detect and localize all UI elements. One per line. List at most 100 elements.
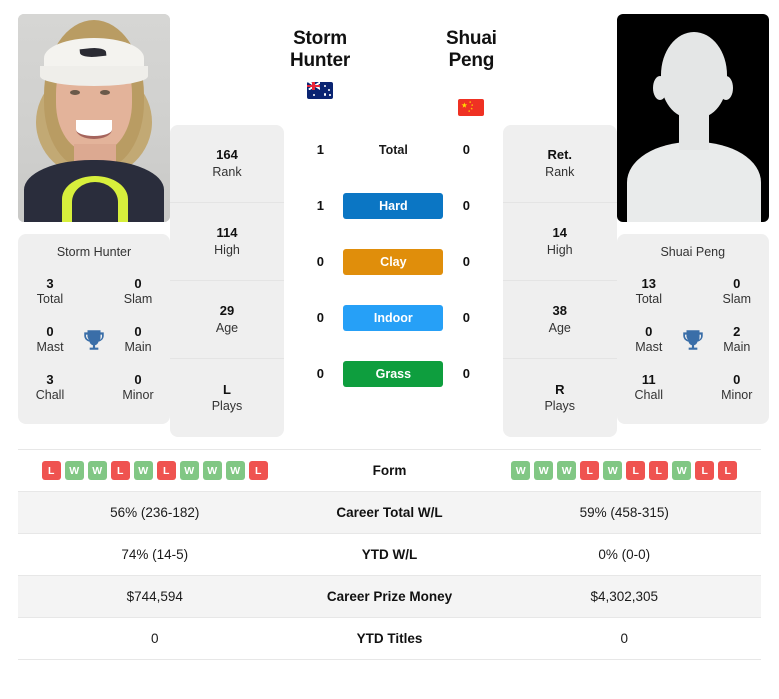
left-stat-high: 114 High	[170, 203, 284, 281]
form-badge[interactable]: W	[603, 461, 623, 480]
right-stat-plays: R Plays	[503, 359, 617, 437]
table-row-career-total-wl: 56% (236-182) Career Total W/L 59% (458-…	[18, 492, 761, 534]
form-badge[interactable]: L	[110, 461, 130, 480]
left-player-photo[interactable]	[18, 14, 170, 222]
player-comparison-page: Storm Hunter 3 Total 0 Slam 0 Mast 0 Mai…	[0, 0, 779, 699]
form-badge[interactable]: W	[225, 461, 245, 480]
stat-main-value: 2	[733, 323, 741, 339]
form-badge[interactable]: W	[179, 461, 199, 480]
surface-row-clay: 0 Clay 0	[290, 234, 497, 290]
form-badge[interactable]: L	[580, 461, 600, 480]
surface-row-hard: 1 Hard 0	[290, 178, 497, 234]
left-titles-grid: 3 Total 0 Slam 0 Mast 0 Main 3 Chall 0 M…	[18, 268, 170, 424]
mouth-smile	[76, 120, 112, 139]
left-age-label: Age	[215, 320, 239, 335]
right-form-strip: W W W L W L L W L L	[511, 461, 738, 480]
surface-label-grass[interactable]: Grass	[343, 360, 444, 387]
surface-row-total: 1 Total 0	[290, 122, 497, 178]
surface-row-grass: 0 Grass 0	[290, 346, 497, 402]
left-grass-wins: 0	[316, 366, 324, 382]
right-indoor-wins: 0	[462, 310, 470, 326]
flag-small-star-2	[470, 103, 474, 107]
left-ytd-titles: 0	[150, 631, 159, 646]
stat-minor-value: 0	[134, 371, 142, 387]
stat-total-label: Total	[36, 292, 64, 307]
silhouette-body	[626, 142, 761, 222]
right-rank-value: Ret.	[547, 147, 573, 163]
right-total-wins: 0	[462, 142, 470, 158]
surface-label-hard[interactable]: Hard	[343, 192, 444, 219]
titles-row-mast-main: 0 Mast 2 Main	[617, 316, 769, 364]
right-card-player-name: Shuai Peng	[660, 245, 726, 259]
left-form-cell: L W W L W L W W W L	[18, 453, 292, 488]
right-hard-wins: 0	[462, 198, 470, 214]
stat-minor: 0 Minor	[715, 372, 759, 404]
eye-left	[70, 90, 80, 95]
right-age-value: 38	[552, 303, 567, 319]
cn-flag-icon	[458, 98, 485, 116]
flag-star-2	[328, 88, 331, 91]
comparison-hero: Storm Hunter 3 Total 0 Slam 0 Mast 0 Mai…	[0, 0, 779, 437]
stat-chall-value: 11	[641, 371, 656, 387]
titles-row-total-slam: 3 Total 0 Slam	[18, 268, 170, 316]
stat-mast-label: Mast	[635, 340, 663, 355]
left-high-value: 114	[216, 225, 238, 241]
form-badge[interactable]: L	[41, 461, 61, 480]
left-card-player-name: Storm Hunter	[56, 245, 132, 259]
table-row-ytd-titles: 0 YTD Titles 0	[18, 618, 761, 660]
left-high-label: High	[214, 242, 240, 257]
form-badge[interactable]: L	[156, 461, 176, 480]
form-badge[interactable]: W	[87, 461, 107, 480]
right-player-photo[interactable]	[616, 14, 769, 222]
stat-slam: 0 Slam	[116, 276, 160, 308]
form-badge[interactable]: L	[248, 461, 268, 480]
form-badge[interactable]: L	[718, 461, 738, 480]
table-row-form: L W W L W L W W W L Form W W W L W L L W…	[18, 450, 761, 492]
flag-star-4	[329, 94, 331, 97]
surface-row-indoor: 0 Indoor 0	[290, 290, 497, 346]
form-badge[interactable]: W	[672, 461, 692, 480]
left-career-total-wl: 56% (236-182)	[110, 505, 200, 520]
flag-big-star	[461, 102, 468, 108]
left-player-name-line1: Storm	[293, 28, 347, 49]
left-player-heading: Storm Hunter	[290, 14, 350, 99]
right-player-name-line1: Shuai Peng	[446, 28, 497, 72]
stat-slam: 0 Slam	[715, 276, 759, 308]
flag-star-3	[324, 93, 327, 96]
right-age-label: Age	[548, 320, 571, 335]
left-plays-value: L	[223, 381, 231, 397]
form-badge[interactable]: W	[202, 461, 222, 480]
right-grass-wins: 0	[462, 366, 470, 382]
right-player-column: Shuai Peng 13 Total 0 Slam 0 Mast 2 Main…	[616, 14, 769, 424]
stat-chall: 3 Chall	[28, 372, 72, 404]
left-stats-column: 164 Rank 114 High 29 Age L Plays	[170, 125, 284, 437]
visor-brim	[40, 66, 148, 86]
left-ytd-wl: 74% (14-5)	[121, 547, 189, 562]
union-jack-cross	[307, 81, 321, 91]
form-badge[interactable]: W	[534, 461, 554, 480]
form-badge[interactable]: W	[133, 461, 153, 480]
form-badge[interactable]: L	[695, 461, 715, 480]
surface-label-indoor[interactable]: Indoor	[343, 304, 444, 331]
left-age-value: 29	[219, 303, 235, 319]
trophy-icon	[671, 327, 715, 353]
flag-small-star-3	[470, 107, 473, 110]
stat-slam-label: Slam	[722, 292, 751, 307]
row-label-ytd-titles: YTD Titles	[356, 631, 423, 646]
stat-slam-value: 0	[134, 276, 142, 291]
form-badge[interactable]: L	[626, 461, 646, 480]
stat-mast: 0 Mast	[627, 324, 671, 356]
left-stat-age: 29 Age	[170, 281, 284, 359]
left-indoor-wins: 0	[316, 310, 324, 326]
stat-minor-label: Minor	[721, 388, 753, 402]
form-badge[interactable]: L	[649, 461, 669, 480]
form-badge[interactable]: W	[511, 461, 531, 480]
left-player-name-line2: Hunter	[290, 50, 351, 72]
left-plays-label: Plays	[211, 399, 243, 414]
left-career-prize-money: $744,594	[126, 589, 183, 604]
stat-mast-label: Mast	[36, 340, 64, 355]
surface-label-clay[interactable]: Clay	[343, 248, 444, 275]
form-badge[interactable]: W	[557, 461, 577, 480]
stat-mast-value: 0	[46, 323, 54, 339]
form-badge[interactable]: W	[64, 461, 84, 480]
